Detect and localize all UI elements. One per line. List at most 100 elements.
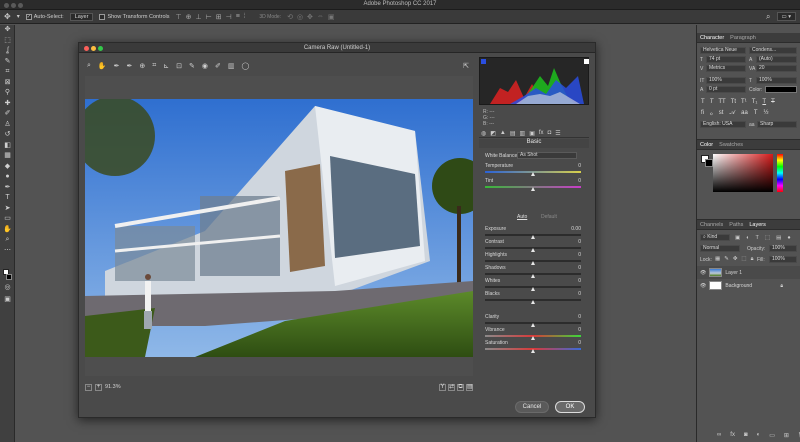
quick-select-tool-button[interactable]: ✎ <box>0 57 15 68</box>
gradient-tool-button[interactable]: ▦ <box>0 151 15 162</box>
ordinal-icon[interactable]: T <box>754 110 758 117</box>
adjustment-layer-icon[interactable]: ◐ <box>757 432 761 439</box>
quick-mask-button[interactable]: ◎ <box>0 283 15 294</box>
align-middle-icon[interactable]: ⊕ <box>186 13 192 21</box>
tab-channels[interactable]: Channels <box>700 222 723 228</box>
radial-filter-icon[interactable]: ◯ <box>241 62 249 70</box>
baseline-field[interactable]: 0 pt <box>706 86 746 93</box>
link-layers-icon[interactable]: ∞ <box>717 432 721 439</box>
font-style-select[interactable]: Condens... <box>749 47 797 54</box>
zoom-icon[interactable]: ⌕ <box>87 62 91 70</box>
camera-calibration-icon[interactable]: ◘ <box>548 130 552 136</box>
tab-paths[interactable]: Paths <box>729 222 743 228</box>
tab-paragraph[interactable]: Paragraph <box>730 35 756 41</box>
fill-field[interactable]: 100% <box>769 256 797 263</box>
underline-icon[interactable]: T <box>762 99 766 105</box>
lasso-tool-button[interactable]: ʆ <box>0 46 15 57</box>
slider-value[interactable]: 0 <box>578 291 581 297</box>
slider-value[interactable]: 0 <box>578 163 581 169</box>
screen-mode-button[interactable]: ▣ <box>0 295 15 306</box>
visibility-eye-icon[interactable]: 👁︎ <box>700 283 706 289</box>
edit-toolbar-button[interactable]: ⋯ <box>0 246 15 257</box>
visibility-eye-icon[interactable]: 👁︎ <box>700 270 706 276</box>
white-balance-select[interactable]: As Shot <box>517 152 577 159</box>
filter-toggle-icon[interactable]: ● <box>787 235 790 241</box>
cancel-button[interactable]: Cancel <box>515 401 549 413</box>
healing-tool-button[interactable]: ✚ <box>0 99 15 110</box>
presets-icon[interactable]: ☰ <box>555 130 560 137</box>
slider-thumb[interactable] <box>530 248 535 252</box>
stylistic-icon[interactable]: st <box>719 110 724 117</box>
zoom-out-button[interactable]: − <box>85 383 92 391</box>
white-balance-icon[interactable]: ✒ <box>114 62 120 70</box>
slider-thumb[interactable] <box>530 172 535 176</box>
split-toning-icon[interactable]: ▥ <box>520 130 526 137</box>
opacity-field[interactable]: 100% <box>769 245 797 252</box>
hue-slider[interactable] <box>777 154 783 192</box>
small-caps-icon[interactable]: Tt <box>731 99 736 105</box>
zoom-level[interactable]: 91.3% <box>105 384 121 390</box>
auto-select-checkbox[interactable]: ✓ Auto-Select: <box>25 13 64 20</box>
zoom-tool-button[interactable]: ⌕ <box>0 235 15 246</box>
transform-icon[interactable]: ⊡ <box>176 62 182 70</box>
frame-tool-button[interactable]: ⊠ <box>0 78 15 89</box>
slider-thumb[interactable] <box>530 187 535 191</box>
marquee-tool-button[interactable]: ⬚ <box>0 36 15 47</box>
3d-scale-icon[interactable]: ▣ <box>328 13 335 21</box>
slider-value[interactable]: 0 <box>578 314 581 320</box>
slider-value[interactable]: 0 <box>578 278 581 284</box>
tab-swatches[interactable]: Swatches <box>719 142 743 148</box>
copy-settings-icon[interactable]: ⧉ <box>457 383 464 391</box>
layer-row-background[interactable]: 👁︎ Background 🔒︎ <box>697 279 800 292</box>
color-sampler-icon[interactable]: ✒ <box>127 62 133 70</box>
eyedropper-tool-button[interactable]: ⚲ <box>0 88 15 99</box>
filter-adjustment-icon[interactable]: ◐ <box>746 235 749 241</box>
swash-icon[interactable]: 𝒜 <box>729 110 735 117</box>
history-brush-tool-button[interactable]: ↺ <box>0 130 15 141</box>
distribute-icon[interactable]: ≡ <box>236 13 240 21</box>
zoom-in-button[interactable]: + <box>95 383 102 391</box>
slider-value[interactable]: 0 <box>578 178 581 184</box>
3d-slide-icon[interactable]: ⇔ <box>317 13 324 21</box>
shape-tool-button[interactable]: ▭ <box>0 214 15 225</box>
3d-roll-icon[interactable]: ◎ <box>297 13 303 21</box>
add-mask-icon[interactable]: ◙ <box>744 432 748 439</box>
targeted-adjustment-icon[interactable]: ⊕ <box>139 62 145 70</box>
layer-style-icon[interactable]: fx <box>730 432 735 439</box>
slider-thumb[interactable] <box>530 336 535 340</box>
align-bottom-icon[interactable]: ⊥ <box>196 13 202 21</box>
lock-artboard-icon[interactable]: ⬚ <box>741 256 746 263</box>
slider-thumb[interactable] <box>530 287 535 291</box>
hand-tool-button[interactable]: ✋ <box>0 225 15 236</box>
red-eye-icon[interactable]: ◉ <box>202 62 208 70</box>
lock-all-icon[interactable]: 🔒︎ <box>751 256 754 263</box>
ok-button[interactable]: OK <box>555 401 585 413</box>
slider-thumb[interactable] <box>530 349 535 353</box>
color-background-swatch[interactable] <box>705 159 713 167</box>
dodge-tool-button[interactable]: ● <box>0 172 15 183</box>
lock-position-icon[interactable]: ✥ <box>733 256 738 263</box>
titling-icon[interactable]: aa <box>741 110 748 117</box>
tab-color[interactable]: Color <box>700 142 713 148</box>
basic-panel-icon[interactable]: ◍ <box>481 130 486 137</box>
distribute-h-icon[interactable]: ⦙ <box>244 13 246 21</box>
preferences-icon[interactable]: ⇱ <box>463 62 469 70</box>
tool-preset-dropdown-icon[interactable]: ▾ <box>17 13 20 20</box>
leading-field[interactable]: (Auto) <box>756 56 797 63</box>
blur-tool-button[interactable]: ◆ <box>0 162 15 173</box>
search-icon[interactable]: ⌕ <box>766 12 770 22</box>
ornament-icon[interactable]: ℴ <box>710 110 713 117</box>
swap-icon[interactable]: ⇄ <box>448 383 455 391</box>
type-tool-button[interactable]: T <box>0 193 15 204</box>
superscript-icon[interactable]: T¹ <box>741 99 747 105</box>
align-center-icon[interactable]: ⊞ <box>216 13 222 21</box>
brush-tool-button[interactable]: ✐ <box>0 109 15 120</box>
tone-curve-icon[interactable]: ◩ <box>490 130 496 137</box>
subscript-icon[interactable]: T₁ <box>752 99 758 105</box>
layer-filter-select[interactable]: ⌕ Kind <box>700 234 730 241</box>
faux-italic-icon[interactable]: T <box>710 99 714 105</box>
slider-value[interactable]: 0 <box>578 239 581 245</box>
tab-character[interactable]: Character <box>700 35 724 41</box>
highlight-clipping-icon[interactable] <box>584 59 589 64</box>
workspace-dropdown[interactable]: ▭ ▾ <box>776 12 796 21</box>
